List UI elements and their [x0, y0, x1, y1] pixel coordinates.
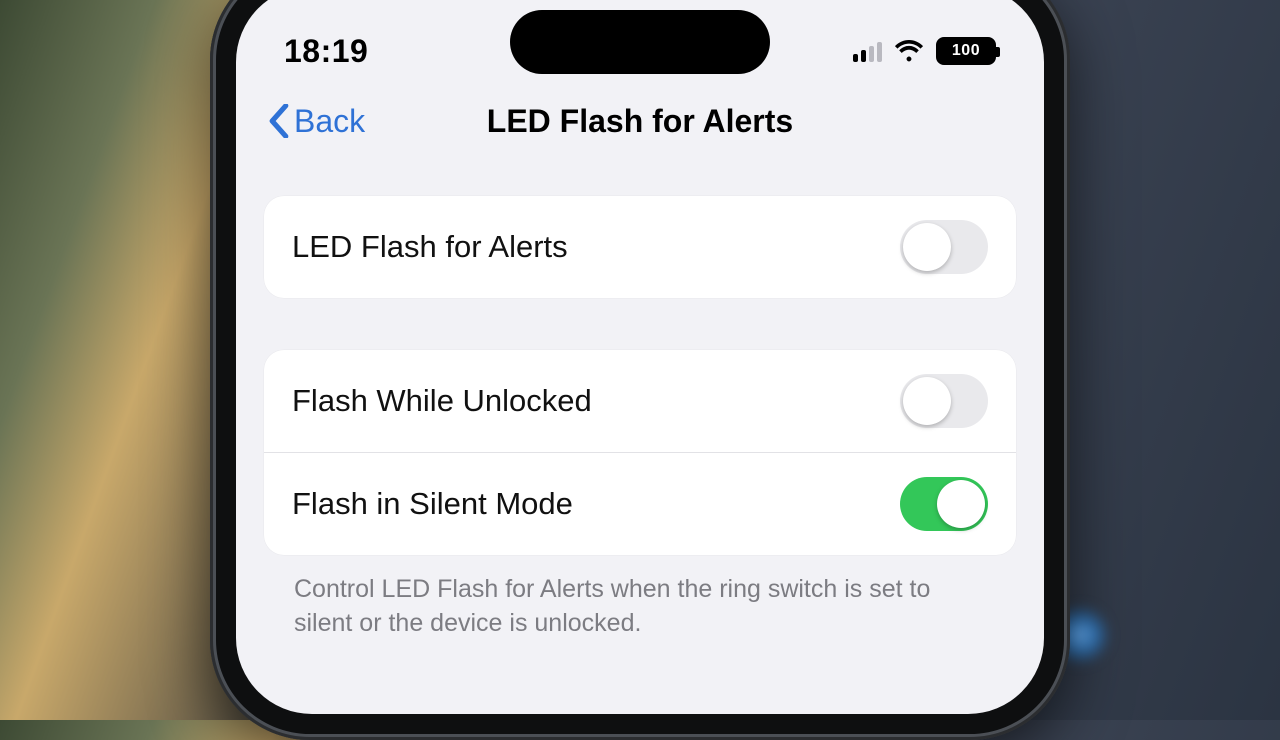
toggle-flash-while-unlocked[interactable] [900, 374, 988, 428]
settings-footer-text: Control LED Flash for Alerts when the ri… [264, 555, 1016, 641]
battery-icon: 100 [936, 37, 996, 65]
phone-frame: 18:19 100 Back LED Flash for Alerts [210, 0, 1070, 740]
navigation-bar: Back LED Flash for Alerts [236, 86, 1044, 156]
status-time: 18:19 [284, 33, 368, 70]
phone-screen: 18:19 100 Back LED Flash for Alerts [236, 0, 1044, 714]
toggle-flash-in-silent-mode[interactable] [900, 477, 988, 531]
row-flash-in-silent-mode: Flash in Silent Mode [264, 452, 1016, 555]
row-label: Flash While Unlocked [292, 383, 592, 419]
row-led-flash-for-alerts: LED Flash for Alerts [264, 196, 1016, 298]
wifi-icon [894, 40, 924, 62]
chevron-left-icon [268, 104, 290, 138]
dynamic-island [510, 10, 770, 74]
toggle-led-flash-for-alerts[interactable] [900, 220, 988, 274]
back-button[interactable]: Back [268, 103, 365, 140]
page-title: LED Flash for Alerts [487, 103, 793, 140]
row-label: LED Flash for Alerts [292, 229, 568, 265]
settings-group-options: Flash While Unlocked Flash in Silent Mod… [264, 350, 1016, 555]
settings-group-main: LED Flash for Alerts [264, 196, 1016, 298]
row-flash-while-unlocked: Flash While Unlocked [264, 350, 1016, 452]
back-button-label: Back [294, 103, 365, 140]
cellular-signal-icon [853, 40, 882, 62]
row-label: Flash in Silent Mode [292, 486, 573, 522]
